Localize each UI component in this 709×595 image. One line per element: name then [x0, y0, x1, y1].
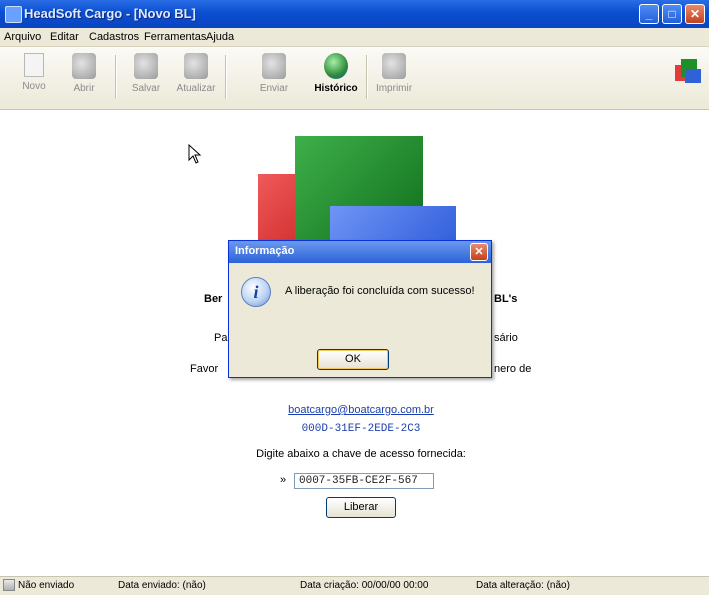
imprimir-button[interactable]: Imprimir — [372, 51, 416, 101]
window-title: HeadSoft Cargo - [Novo BL] — [24, 6, 196, 21]
access-key-prompt: Digite abaixo a chave de acesso fornecid… — [256, 448, 466, 460]
abrir-label: Abrir — [73, 83, 95, 94]
salvar-label: Salvar — [131, 83, 161, 94]
para-text-right: sário — [494, 332, 518, 344]
status-bar: Não enviado Data enviado: (não) Data cri… — [0, 576, 709, 595]
close-button[interactable]: ✕ — [685, 4, 705, 24]
status-sent-date: Data enviado: (não) — [118, 580, 206, 591]
dialog-title-bar[interactable]: Informação ✕ — [229, 241, 491, 263]
toolbar-separator — [225, 55, 227, 99]
menu-ajuda[interactable]: Ajuda — [206, 31, 234, 43]
welcome-text-right: BL's — [494, 293, 518, 305]
app-icon — [5, 6, 22, 23]
minimize-button[interactable]: _ — [639, 4, 659, 24]
novo-label: Novo — [22, 81, 46, 92]
title-bar[interactable]: HeadSoft Cargo - [Novo BL] _ □ ✕ — [0, 0, 709, 28]
ok-button[interactable]: OK — [317, 349, 389, 370]
key-marker: » — [280, 474, 287, 486]
atualizar-button[interactable]: Atualizar — [174, 51, 218, 101]
status-created-date: Data criação: 00/00/00 00:00 — [300, 580, 429, 591]
menu-cadastros[interactable]: Cadastros — [89, 31, 139, 43]
menu-editar[interactable]: Editar — [50, 31, 79, 43]
status-icon — [3, 579, 15, 591]
toolbar: Novo Abrir Salvar Atualizar Enviar Histó… — [0, 47, 709, 110]
print-icon — [382, 53, 406, 79]
toolbar-separator — [366, 55, 368, 99]
info-dialog: Informação ✕ i A liberação foi concluída… — [228, 240, 492, 378]
toolbar-separator — [115, 55, 117, 99]
dialog-title: Informação — [235, 245, 295, 257]
menu-ferramentas[interactable]: Ferramentas — [144, 31, 206, 43]
request-code: 000D-31EF-2EDE-2C3 — [301, 423, 421, 435]
historico-label: Histórico — [314, 83, 358, 94]
new-document-icon — [24, 53, 44, 77]
support-email-link[interactable]: boatcargo@boatcargo.com.br — [236, 404, 486, 416]
enviar-label: Enviar — [259, 83, 289, 94]
salvar-button[interactable]: Salvar — [124, 51, 168, 101]
app-logo — [675, 59, 701, 85]
novo-button[interactable]: Novo — [12, 51, 56, 101]
imprimir-label: Imprimir — [375, 83, 413, 94]
status-changed-date: Data alteração: (não) — [476, 580, 570, 591]
enviar-button[interactable]: Enviar — [252, 51, 296, 101]
favor-text-right: nero de — [494, 363, 532, 375]
send-icon — [262, 53, 286, 79]
historico-button[interactable]: Histórico — [314, 51, 358, 101]
save-icon — [134, 53, 158, 79]
atualizar-label: Atualizar — [176, 83, 216, 94]
liberar-button[interactable]: Liberar — [326, 497, 396, 518]
dialog-close-button[interactable]: ✕ — [470, 243, 488, 261]
menu-arquivo[interactable]: Arquivo — [4, 31, 41, 43]
dialog-message: A liberação foi concluída com sucesso! — [285, 285, 475, 297]
maximize-button[interactable]: □ — [662, 4, 682, 24]
abrir-button[interactable]: Abrir — [62, 51, 106, 101]
welcome-text-left: Ber — [204, 293, 223, 305]
status-sent: Não enviado — [18, 580, 75, 591]
access-key-input[interactable]: 0007-35FB-CE2F-567 — [294, 473, 434, 489]
refresh-icon — [184, 53, 208, 79]
info-icon: i — [241, 277, 271, 307]
history-globe-icon — [324, 53, 348, 79]
open-folder-icon — [72, 53, 96, 79]
favor-text-left: Favor — [190, 363, 219, 375]
menu-bar: Arquivo Editar Cadastros Ferramentas Aju… — [0, 28, 709, 47]
